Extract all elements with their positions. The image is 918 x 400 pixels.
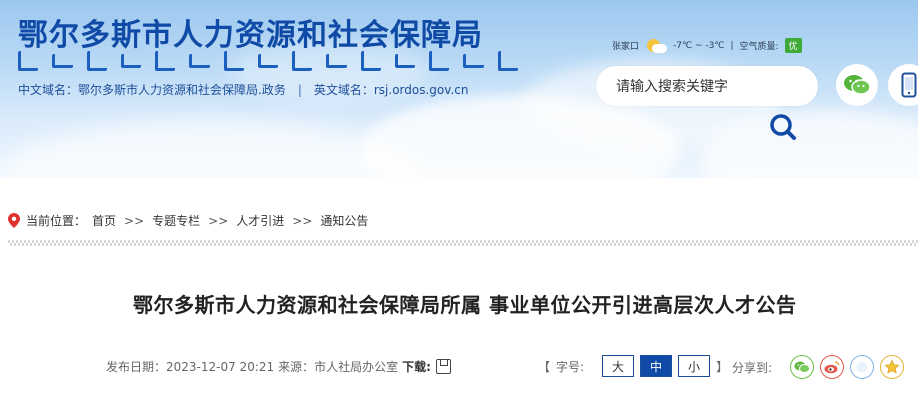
weibo-icon	[824, 361, 840, 374]
breadcrumb-topics-link[interactable]: 专题专栏	[152, 212, 200, 229]
share-qzone-button[interactable]	[850, 355, 875, 379]
domain-separator: |	[297, 83, 302, 97]
font-size-open-bracket: 【	[538, 359, 551, 374]
share-bar: 分享到:	[732, 355, 905, 379]
weather-widget: 张家口 -7℃ ~ -3℃ | 空气质量: 优	[612, 38, 802, 53]
star-icon	[884, 359, 900, 374]
partly-cloudy-icon	[645, 38, 668, 53]
en-domain: 英文域名：rsj.ordos.gov.cn	[313, 83, 469, 97]
mobile-phone-icon	[901, 72, 917, 98]
download-label: 下载:	[402, 360, 431, 374]
font-size-small-button[interactable]: 小	[678, 355, 711, 377]
breadcrumb-notices-link[interactable]: 通知公告	[320, 212, 368, 229]
breadcrumb: 当前位置： 首页 >> 专题专栏 >> 人才引进 >> 通知公告	[8, 212, 368, 229]
wechat-button[interactable]	[836, 64, 878, 106]
breadcrumb-separator: >>	[292, 213, 313, 228]
breadcrumb-divider	[8, 240, 918, 246]
article-meta: 发布日期：2023-12-07 20:21 来源：市人社局办公室 下载:	[106, 358, 451, 375]
mobile-site-button[interactable]	[888, 64, 918, 106]
breadcrumb-talent-link[interactable]: 人才引进	[236, 212, 284, 229]
breadcrumb-home-link[interactable]: 首页	[92, 212, 116, 229]
article-title: 鄂尔多斯市人力资源和社会保障局所属 事业单位公开引进高层次人才公告	[133, 293, 797, 317]
breadcrumb-separator: >>	[208, 213, 229, 228]
search-button[interactable]	[768, 112, 798, 142]
publish-date: 发布日期：2023-12-07 20:21	[106, 360, 275, 374]
font-size-medium-button[interactable]: 中	[640, 355, 673, 377]
font-size-large-button[interactable]: 大	[602, 355, 635, 377]
share-wechat-button[interactable]	[790, 355, 815, 379]
weather-divider: |	[730, 40, 734, 51]
location-pin-icon	[8, 213, 20, 228]
font-size-label: 字号:	[556, 359, 585, 374]
font-size-close-bracket: 】	[716, 359, 729, 374]
qzone-icon	[856, 361, 868, 373]
domain-line: 中文域名：鄂尔多斯市人力资源和社会保障局.政务 | 英文域名：rsj.ordos.g…	[18, 81, 468, 98]
share-weibo-button[interactable]	[820, 355, 845, 379]
share-favorite-button[interactable]	[880, 355, 905, 379]
wechat-icon	[844, 75, 871, 95]
cn-domain: 中文域名：鄂尔多斯市人力资源和社会保障局.政务	[18, 83, 286, 97]
weather-temperature: -7℃ ~ -3℃	[673, 40, 725, 51]
header-banner: 鄂尔多斯市人力资源和社会保障局 中文域名：鄂尔多斯市人力资源和社会保障局.政务 |…	[0, 0, 918, 178]
breadcrumb-label: 当前位置：	[26, 214, 87, 228]
weather-city: 张家口	[612, 42, 640, 52]
search-input[interactable]: 请输入搜索关键字	[596, 66, 818, 106]
breadcrumb-separator: >>	[124, 213, 145, 228]
banner-cloud	[0, 120, 420, 178]
wechat-icon	[794, 361, 811, 373]
search-icon	[770, 114, 796, 140]
mongolian-title-graphic	[18, 48, 518, 74]
download-save-icon[interactable]	[435, 359, 451, 374]
air-quality-label: 空气质量:	[739, 42, 779, 52]
air-quality-badge: 优	[784, 38, 802, 53]
article-source: 来源：市人社局办公室	[278, 360, 399, 374]
font-size-control: 【 字号: 大 中 小 】	[538, 355, 728, 377]
share-label: 分享到:	[732, 360, 773, 375]
